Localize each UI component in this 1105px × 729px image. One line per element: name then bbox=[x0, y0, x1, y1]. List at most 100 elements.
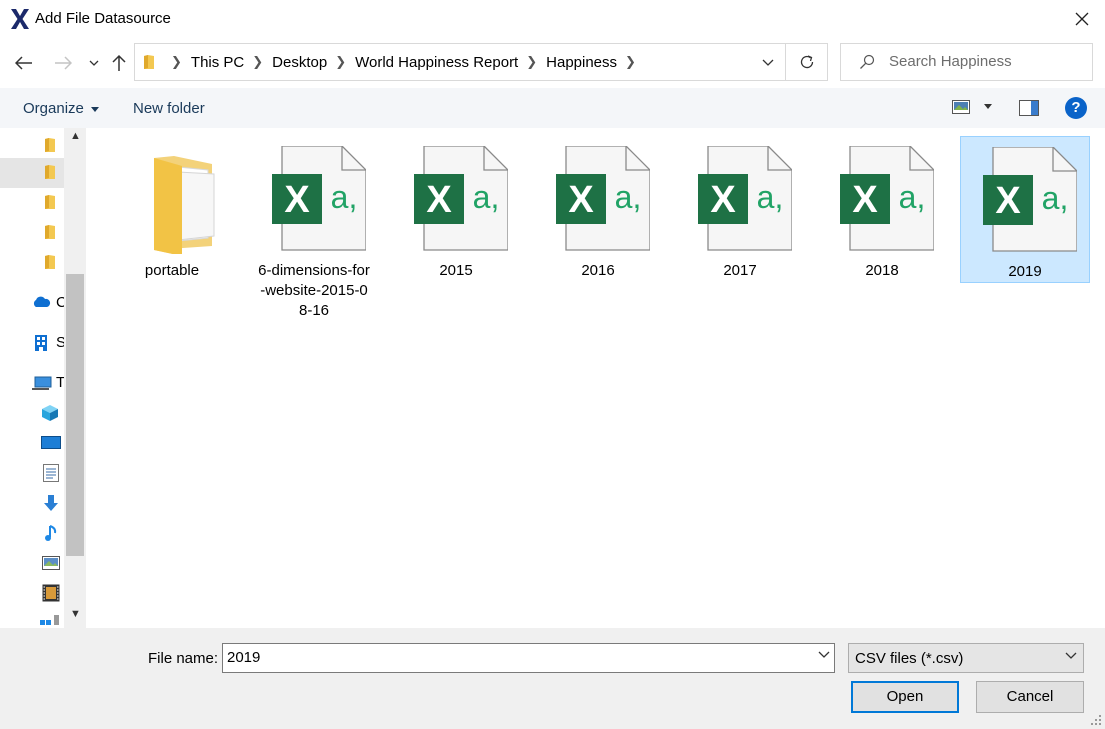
svg-text:a,: a, bbox=[757, 179, 784, 215]
sidebar-item-drive[interactable] bbox=[0, 608, 64, 628]
sidebar-item-folder-4[interactable] bbox=[0, 218, 64, 248]
file-item-6-dimensions[interactable]: X a, 6-dimensions-for -website-2015-0 8-… bbox=[250, 136, 380, 319]
svg-text:X: X bbox=[568, 179, 594, 221]
file-name-label: File name: bbox=[148, 650, 219, 667]
sidebar-item-downloads[interactable] bbox=[0, 488, 64, 518]
folder-icon bbox=[45, 225, 55, 239]
up-button[interactable] bbox=[107, 51, 131, 75]
help-button[interactable]: ? bbox=[1065, 97, 1087, 119]
breadcrumb-world-happiness-report[interactable]: World Happiness Report bbox=[355, 54, 518, 71]
sidebar-item-this-pc[interactable]: T bbox=[0, 368, 65, 398]
folder-icon bbox=[144, 55, 154, 69]
folder-icon bbox=[154, 156, 215, 254]
search-input[interactable] bbox=[889, 53, 1084, 70]
chevron-right-icon[interactable]: ❯ bbox=[335, 54, 346, 70]
file-name-input[interactable] bbox=[227, 649, 807, 666]
sidebar-item-onedrive[interactable]: C bbox=[0, 288, 67, 318]
file-item-2017[interactable]: X a, 2017 bbox=[676, 136, 806, 283]
new-folder-button[interactable]: New folder bbox=[133, 100, 205, 117]
chevron-right-icon[interactable]: ❯ bbox=[171, 54, 182, 70]
close-button[interactable] bbox=[1059, 0, 1105, 38]
onedrive-icon bbox=[33, 296, 51, 307]
excel-csv-icon: X a, bbox=[272, 146, 366, 251]
file-name: 2017 bbox=[723, 262, 757, 279]
sidebar-item-folder-3[interactable] bbox=[0, 188, 64, 218]
sidebar-item-3d-objects[interactable] bbox=[0, 398, 64, 428]
svg-text:X: X bbox=[426, 179, 452, 221]
sidebar-item-sharepoint[interactable]: S bbox=[0, 328, 66, 358]
title-bar: Add File Datasource bbox=[0, 0, 1105, 38]
up-arrow-icon bbox=[112, 54, 126, 71]
sidebar-item-music[interactable] bbox=[0, 518, 64, 548]
search-icon bbox=[860, 54, 875, 69]
sidebar-item-videos[interactable] bbox=[0, 578, 64, 608]
3d-objects-icon bbox=[42, 405, 58, 421]
sidebar-item-documents[interactable] bbox=[0, 458, 64, 488]
file-item-portable[interactable]: portable bbox=[108, 136, 238, 283]
file-item-2015[interactable]: X a, 2015 bbox=[392, 136, 522, 283]
chevron-right-icon[interactable]: ❯ bbox=[252, 54, 263, 70]
file-item-2019[interactable]: X a, 2019 bbox=[960, 136, 1090, 283]
svg-text:X: X bbox=[284, 179, 310, 221]
sidebar-item-folder-5[interactable] bbox=[0, 248, 64, 278]
scroll-thumb[interactable] bbox=[66, 274, 84, 556]
organize-button[interactable]: Organize bbox=[23, 100, 100, 117]
chevron-down-icon bbox=[1065, 652, 1077, 659]
open-button[interactable]: Open bbox=[851, 681, 959, 713]
this-pc-icon bbox=[32, 376, 52, 390]
file-name-combobox[interactable] bbox=[222, 643, 835, 673]
file-name: 2016 bbox=[581, 262, 615, 279]
folder-icon bbox=[45, 195, 55, 209]
music-icon bbox=[45, 525, 57, 541]
desktop-icon bbox=[41, 436, 61, 449]
refresh-button[interactable] bbox=[786, 43, 828, 81]
file-item-2016[interactable]: X a, 2016 bbox=[534, 136, 664, 283]
folder-icon bbox=[45, 165, 55, 179]
building-icon bbox=[35, 335, 47, 351]
svg-text:a,: a, bbox=[615, 179, 642, 215]
folder-icon bbox=[45, 138, 55, 152]
resize-grip-icon[interactable] bbox=[1090, 714, 1102, 726]
chevron-down-icon[interactable] bbox=[818, 651, 830, 659]
scroll-up-icon[interactable]: ▲ bbox=[70, 130, 81, 142]
back-button[interactable] bbox=[12, 51, 36, 75]
scroll-down-icon[interactable]: ▼ bbox=[70, 608, 81, 620]
search-box[interactable] bbox=[840, 43, 1093, 81]
file-name: 2018 bbox=[865, 262, 899, 279]
file-item-2018[interactable]: X a, 2018 bbox=[818, 136, 948, 283]
svg-text:a,: a, bbox=[473, 179, 500, 215]
sidebar-item-pictures[interactable] bbox=[0, 548, 64, 578]
address-history-dropdown[interactable] bbox=[750, 43, 786, 81]
sidebar-item-folder-1[interactable] bbox=[0, 131, 64, 161]
downloads-icon bbox=[44, 495, 58, 511]
dialog-footer: File name: CSV files (*.csv) Open Cancel bbox=[0, 628, 1105, 729]
breadcrumb-happiness[interactable]: Happiness bbox=[546, 54, 617, 71]
excel-csv-icon: X a, bbox=[840, 146, 934, 251]
sidebar-item-folder-2[interactable] bbox=[0, 158, 64, 188]
sidebar-item-desktop[interactable] bbox=[0, 428, 64, 458]
file-type-select[interactable]: CSV files (*.csv) bbox=[848, 643, 1084, 673]
forward-button[interactable] bbox=[51, 51, 75, 75]
navigation-bar: ❯ This PC ❯ Desktop ❯ World Happiness Re… bbox=[0, 38, 1105, 88]
back-arrow-icon bbox=[15, 56, 32, 70]
svg-text:a,: a, bbox=[899, 179, 926, 215]
caret-down-icon[interactable] bbox=[984, 104, 992, 109]
svg-text:X: X bbox=[710, 179, 736, 221]
excel-csv-icon: X a, bbox=[698, 146, 792, 251]
chevron-right-icon[interactable]: ❯ bbox=[625, 54, 636, 70]
file-list: portable X a, 6-dimensions-for -website-… bbox=[87, 128, 1105, 628]
preview-pane-icon[interactable] bbox=[1019, 100, 1039, 116]
cancel-button[interactable]: Cancel bbox=[976, 681, 1084, 713]
chevron-right-icon[interactable]: ❯ bbox=[526, 54, 537, 70]
svg-text:X: X bbox=[852, 179, 878, 221]
sidebar-scrollbar[interactable]: ▲ ▼ bbox=[64, 128, 86, 628]
close-icon bbox=[1075, 12, 1089, 26]
chevron-down-icon bbox=[762, 59, 774, 66]
view-options-icon[interactable] bbox=[952, 100, 970, 114]
address-bar[interactable]: ❯ This PC ❯ Desktop ❯ World Happiness Re… bbox=[134, 43, 786, 81]
svg-text:a,: a, bbox=[331, 179, 358, 215]
caret-down-icon bbox=[91, 106, 100, 112]
recent-locations-button[interactable] bbox=[82, 51, 106, 75]
breadcrumb-desktop[interactable]: Desktop bbox=[272, 54, 327, 71]
breadcrumb-this-pc[interactable]: This PC bbox=[191, 54, 244, 71]
